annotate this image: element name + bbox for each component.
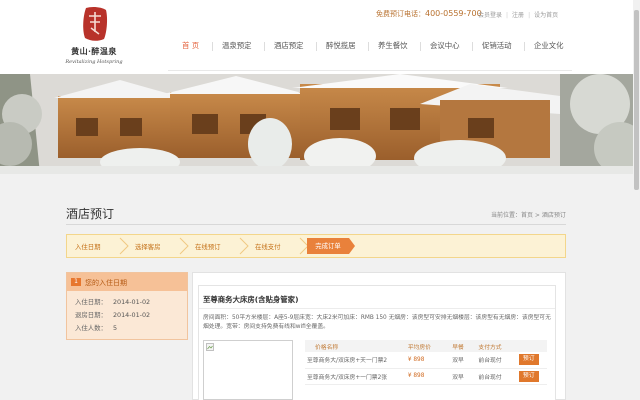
register-link[interactable]: 注册 <box>512 10 524 19</box>
rate-payment: 前台现付 <box>476 352 517 369</box>
divider: | <box>528 12 531 19</box>
rate-name: 至尊商务大/双床房+天一门票2 <box>305 352 406 369</box>
hotline: 免费预订电话：400-0559-700 <box>376 9 482 19</box>
step-online-payment[interactable]: 在线支付 <box>255 242 281 251</box>
rate-breakfast: 双早 <box>450 352 477 369</box>
col-breakfast: 早餐 <box>450 340 477 352</box>
table-row: 至尊商务大/双床房+一门票2张 ¥ 898 双早 前台现付 预订 <box>305 368 547 385</box>
logo-sub-text: Revitalizing Hotspring <box>65 59 123 65</box>
col-action <box>516 340 547 352</box>
nav-divider <box>524 42 525 51</box>
rate-table-header: 价格名称 平均房价 早餐 支付方式 <box>305 340 547 352</box>
checkin-date-row: 入住日期： 2014-01-02 <box>75 297 150 306</box>
nav-item-home[interactable]: 首 页 <box>182 40 199 51</box>
step-arrow-icon <box>239 237 249 255</box>
room-name[interactable]: 至尊商务大床房(含贴身管家) <box>203 294 298 305</box>
top-links: 会员登录 | 注册 | 设为首页 <box>478 10 558 19</box>
breadcrumb[interactable]: 当前位置：首页 > 酒店预订 <box>491 210 566 219</box>
nav-item-culture[interactable]: 企业文化 <box>534 40 564 51</box>
step-arrow-icon <box>179 237 189 255</box>
hero-banner <box>0 74 640 174</box>
room-image[interactable] <box>203 340 293 400</box>
step-complete-order[interactable]: 完成订单 <box>307 238 355 254</box>
book-button[interactable]: 预订 <box>518 354 539 366</box>
room-divider <box>199 308 555 309</box>
banner-image <box>0 74 640 174</box>
checkin-summary-title: 您的入住日期 <box>85 279 127 287</box>
checkout-date-value: 2014-01-02 <box>112 311 151 319</box>
nav-divider <box>264 42 265 51</box>
guest-count-value: 5 <box>112 324 118 332</box>
col-rate-name: 价格名称 <box>305 340 406 352</box>
step-arrow-icon <box>119 237 129 255</box>
rate-table: 价格名称 平均房价 早餐 支付方式 至尊商务大/双床房+天一门票2 ¥ 898 … <box>305 340 547 385</box>
hotline-label: 免费预订电话： <box>376 10 425 18</box>
guest-count-label: 入住人数： <box>75 324 107 332</box>
nav-divider <box>212 42 213 51</box>
nav-item-meeting[interactable]: 会议中心 <box>430 40 460 51</box>
rate-action-cell: 预订 <box>516 368 547 385</box>
nav-item-hotel[interactable]: 酒店预定 <box>274 40 304 51</box>
rate-breakfast: 双早 <box>450 368 477 385</box>
rate-name: 至尊商务大/双床房+一门票2张 <box>305 368 406 385</box>
nav-divider <box>472 42 473 51</box>
nav-divider <box>368 42 369 51</box>
room-card: 至尊商务大床房(含贴身管家) 房间面积：50平方米楼层：A座5-9层床宽：大床2… <box>198 285 556 400</box>
site-header: 黄山·醉温泉 Revitalizing Hotspring 免费预订电话：400… <box>0 0 640 74</box>
nav-item-promotions[interactable]: 促销活动 <box>482 40 512 51</box>
set-homepage-link[interactable]: 设为首页 <box>534 10 558 19</box>
guest-count-row: 入住人数： 5 <box>75 323 117 332</box>
checkout-date-row: 退房日期： 2014-01-02 <box>75 310 150 319</box>
checkin-date-label: 入住日期： <box>75 298 107 306</box>
logo-seal-icon <box>83 6 108 41</box>
step-choose-room[interactable]: 选择客房 <box>135 242 161 251</box>
rate-price: ¥ 898 <box>405 368 451 385</box>
login-link[interactable]: 会员登录 <box>478 10 502 19</box>
booking-steps: 入住日期 选择客房 在线预订 在线支付 完成订单 <box>66 234 566 258</box>
step-online-booking[interactable]: 在线预订 <box>195 242 221 251</box>
table-row: 至尊商务大/双床房+天一门票2 ¥ 898 双早 前台现付 预订 <box>305 352 547 369</box>
step-number-badge: 1 <box>71 278 81 286</box>
book-button[interactable]: 预订 <box>518 370 539 382</box>
checkout-date-label: 退房日期： <box>75 311 107 319</box>
checkin-summary-header: 1 您的入住日期 <box>67 273 187 291</box>
nav-item-villa[interactable]: 醉悦揽居 <box>326 40 356 51</box>
checkin-summary-panel: 1 您的入住日期 入住日期： 2014-01-02 退房日期： 2014-01-02… <box>66 272 188 340</box>
hotline-number: 400-0559-700 <box>425 9 482 18</box>
nav-item-dining[interactable]: 养生餐饮 <box>378 40 408 51</box>
nav-divider-line <box>168 70 572 71</box>
rate-payment: 前台现付 <box>476 368 517 385</box>
step-checkin-date[interactable]: 入住日期 <box>75 242 101 251</box>
checkin-date-value: 2014-01-02 <box>112 298 151 306</box>
logo-brand-text: 黄山·醉温泉 <box>71 46 117 56</box>
room-list-panel: 至尊商务大床房(含贴身管家) 房间面积：50平方米楼层：A座5-9层床宽：大床2… <box>192 272 566 400</box>
rate-price: ¥ 898 <box>405 352 451 369</box>
divider: | <box>506 12 509 19</box>
col-avg-price: 平均房价 <box>405 340 451 352</box>
rate-action-cell: 预订 <box>516 352 547 369</box>
col-payment: 支付方式 <box>476 340 517 352</box>
title-divider <box>66 224 566 225</box>
scrollbar-thumb[interactable] <box>634 10 639 190</box>
page-title: 酒店预订 <box>66 207 115 221</box>
nav-divider <box>420 42 421 51</box>
site-logo[interactable]: 黄山·醉温泉 Revitalizing Hotspring <box>56 6 130 70</box>
room-description: 房间面积：50平方米楼层：A座5-9层床宽：大床2米可加床：RMB 150 无烟… <box>203 315 551 330</box>
nav-item-hotspring[interactable]: 温泉预定 <box>222 40 252 51</box>
nav-divider <box>316 42 317 51</box>
broken-image-icon <box>206 343 214 351</box>
